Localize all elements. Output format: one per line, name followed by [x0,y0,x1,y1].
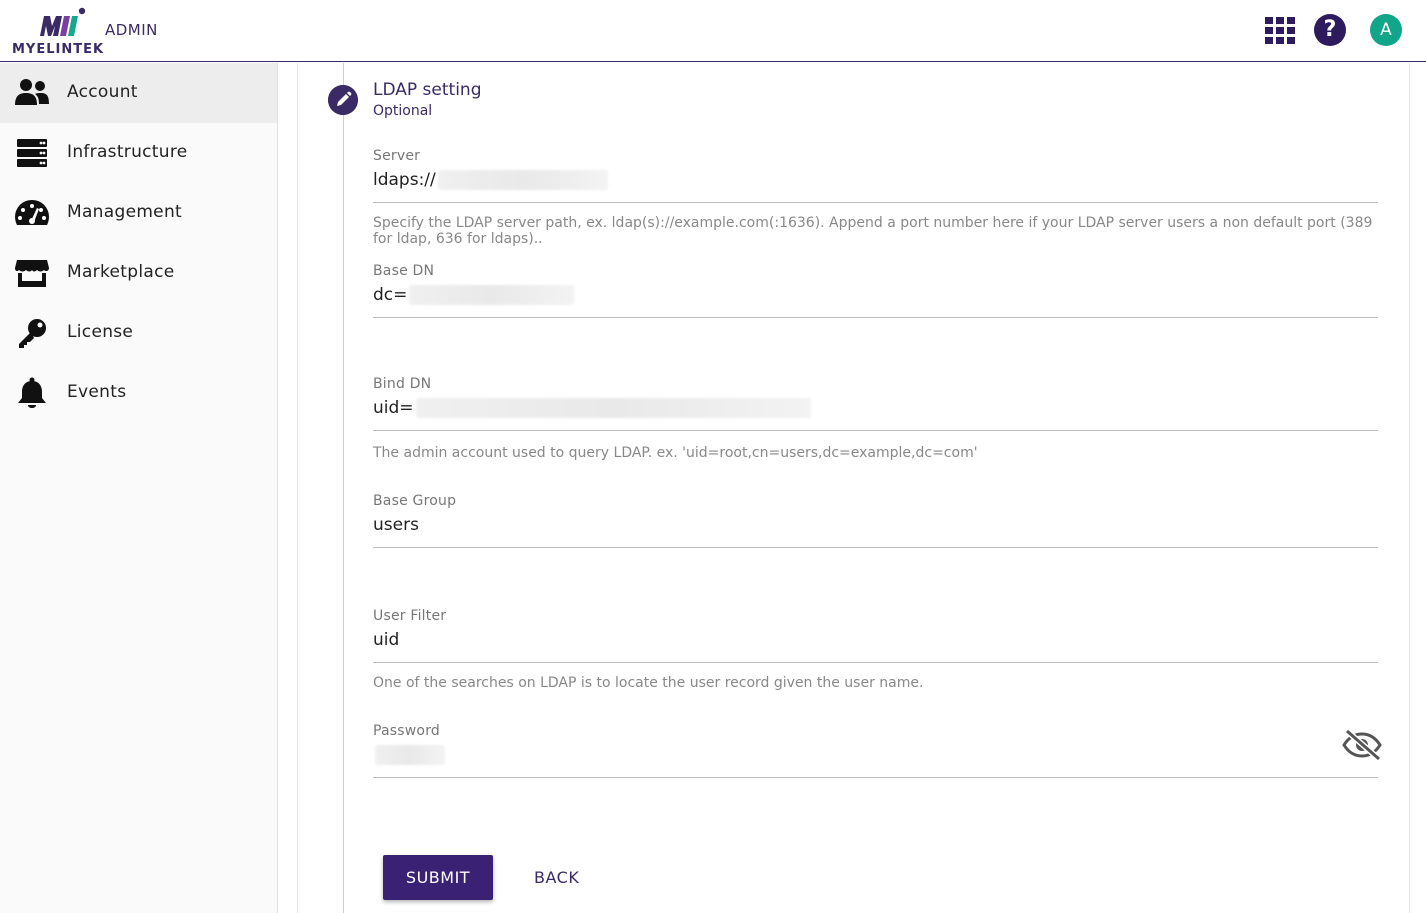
help-icon[interactable]: ? [1314,14,1346,46]
server-input[interactable]: ldaps:// [373,168,1378,192]
redacted-text [375,745,445,765]
key-icon [19,319,46,348]
server-value: ldaps:// [373,170,436,190]
myelintek-logo[interactable]: MYELINTEK [10,4,110,60]
users-icon [15,79,49,105]
step-subtitle: Optional [373,103,433,119]
input-underline [373,430,1378,431]
bind-dn-input[interactable]: uid= [373,396,1378,420]
logo-mark-icon [40,7,86,36]
sidebar-item-label: Account [67,82,138,102]
stepper-line [343,63,344,913]
password-field[interactable]: Password [373,723,1378,778]
sidebar-item-marketplace[interactable]: Marketplace [0,243,277,303]
base-group-field[interactable]: Base Group users [373,493,1378,548]
server-icon [17,139,47,167]
server-field[interactable]: Server ldaps:// [373,148,1378,203]
user-filter-helper-text: One of the searches on LDAP is to locate… [373,675,924,691]
sidebar-item-management[interactable]: Management [0,183,277,243]
logo-text: MYELINTEK [12,42,105,57]
base-dn-label: Base DN [373,263,435,279]
password-input[interactable] [373,743,1378,767]
base-dn-field[interactable]: Base DN dc= [373,263,1378,318]
user-filter-field[interactable]: User Filter uid [373,608,1378,663]
redacted-text [409,285,575,305]
sidebar-item-account[interactable]: Account [0,63,277,123]
sidebar: Account Infrastructure Management Market… [0,63,278,913]
user-filter-label: User Filter [373,608,447,624]
sidebar-item-label: Marketplace [67,262,175,282]
bind-dn-helper-text: The admin account used to query LDAP. ex… [373,445,978,461]
input-underline [373,662,1378,663]
bind-dn-value: uid= [373,398,414,418]
redacted-text [415,398,811,418]
input-underline [373,547,1378,548]
submit-button[interactable]: SUBMIT [383,855,493,900]
sidebar-item-label: Management [67,202,182,222]
sidebar-item-infrastructure[interactable]: Infrastructure [0,123,277,183]
user-filter-input[interactable]: uid [373,628,1378,652]
input-underline [373,202,1378,203]
input-underline [373,317,1378,318]
back-button[interactable]: BACK [534,868,579,887]
redacted-text [437,170,608,190]
base-group-label: Base Group [373,493,457,509]
server-helper-text: Specify the LDAP server path, ex. ldap(s… [373,215,1373,247]
server-label: Server [373,148,421,164]
sidebar-item-license[interactable]: License [0,303,277,363]
bell-icon [18,377,46,408]
base-group-input[interactable]: users [373,513,1378,537]
step-title: LDAP setting [373,80,482,100]
bind-dn-field[interactable]: Bind DN uid= [373,376,1378,431]
apps-grid-icon[interactable] [1264,14,1296,46]
sidebar-item-label: Events [67,382,127,402]
password-label: Password [373,723,440,739]
edit-pencil-icon [328,85,358,115]
input-underline [373,777,1378,778]
visibility-off-icon[interactable] [1342,728,1382,762]
base-dn-value: dc= [373,285,408,305]
sidebar-item-events[interactable]: Events [0,363,277,423]
sidebar-item-label: Infrastructure [67,142,188,162]
store-icon [15,260,49,287]
gauge-icon [15,200,49,225]
base-dn-input[interactable]: dc= [373,283,1378,307]
admin-label: ADMIN [105,21,158,39]
bind-dn-label: Bind DN [373,376,432,392]
user-avatar[interactable]: A [1370,14,1402,46]
sidebar-item-label: License [67,322,134,342]
top-bar: MYELINTEK ADMIN ? A [0,0,1426,62]
